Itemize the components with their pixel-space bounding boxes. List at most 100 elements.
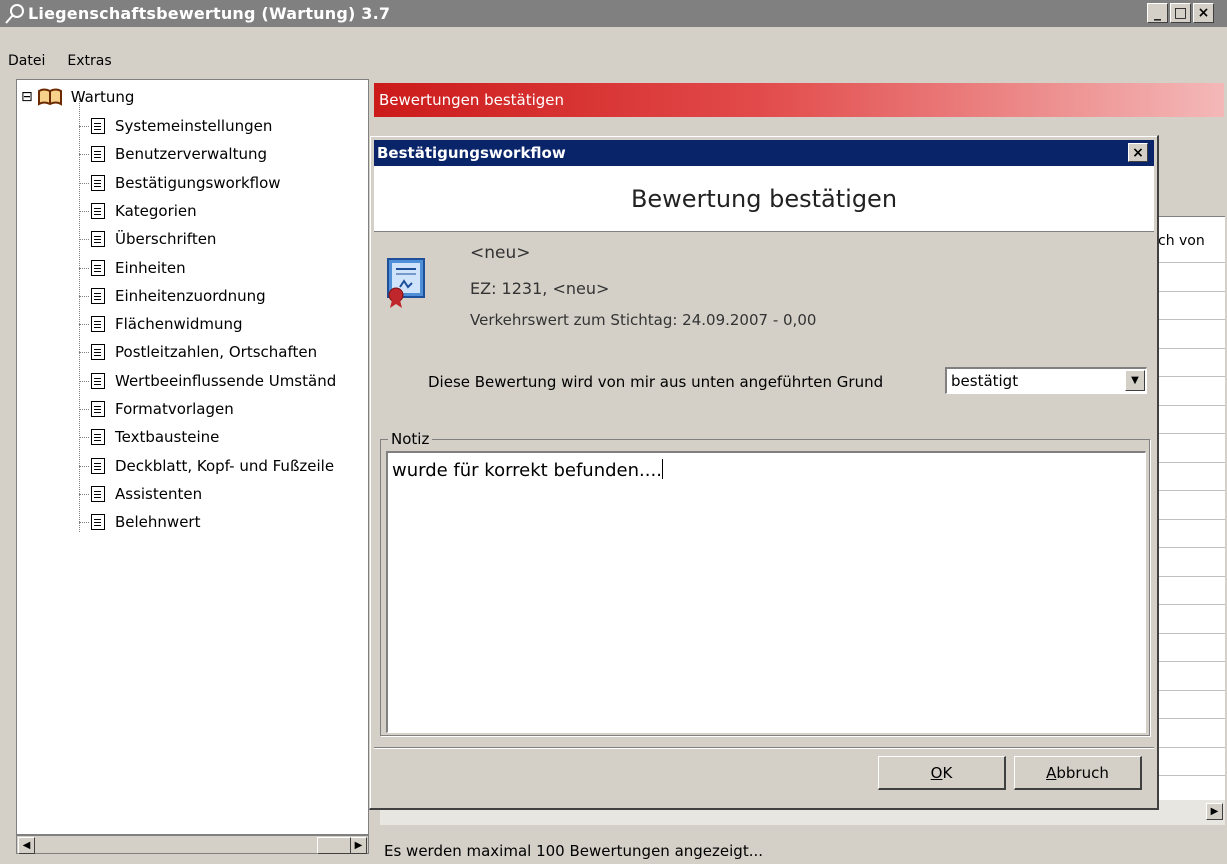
document-icon	[91, 174, 105, 191]
tree-connector	[79, 182, 89, 184]
notiz-textarea[interactable]: wurde für korrekt befunden....	[386, 451, 1146, 733]
tree-item[interactable]: Systemeinstellungen	[79, 112, 273, 140]
tree-item[interactable]: Assistenten	[79, 480, 203, 508]
tree-item[interactable]: Wertbeeinflussende Umständ	[79, 367, 336, 395]
tree-connector	[79, 324, 89, 326]
grid-row-line	[1155, 262, 1225, 263]
minimize-button[interactable]: _	[1147, 3, 1168, 23]
tree-item[interactable]: Einheitenzuordnung	[79, 282, 266, 310]
tree-connector	[79, 267, 89, 269]
panel-header: Bewertungen bestätigen	[374, 83, 1224, 117]
tree-item[interactable]: Deckblatt, Kopf- und Fußzeile	[79, 452, 335, 480]
footer-divider	[374, 747, 1154, 748]
document-icon	[91, 429, 105, 446]
menu-bar: Datei Extras	[0, 49, 1227, 73]
tree-connector	[79, 210, 89, 212]
dialog-close-button[interactable]: ×	[1128, 143, 1148, 162]
dialog-title: Bestätigungsworkflow	[377, 144, 566, 162]
tree-item[interactable]: Belehnwert	[79, 508, 200, 536]
document-icon	[91, 259, 105, 276]
ok-accelerator: O	[930, 763, 943, 782]
tree-connector	[79, 522, 89, 524]
tree-item-label: Textbausteine	[115, 428, 220, 447]
notiz-label: Notiz	[388, 430, 433, 448]
grid-row-line	[1155, 775, 1225, 776]
tree-item[interactable]: Textbausteine	[79, 423, 220, 451]
confirmation-dialog: Bestätigungsworkflow × Bewertung bestäti…	[369, 135, 1159, 810]
scroll-right-icon[interactable]: ▶	[350, 837, 367, 854]
tree-item[interactable]: Einheiten	[79, 254, 186, 282]
maximize-button[interactable]: □	[1170, 3, 1191, 23]
reason-label: Diese Bewertung wird von mir aus unten a…	[428, 373, 884, 391]
tree-item[interactable]: Kategorien	[79, 197, 197, 225]
tree-item[interactable]: Postleitzahlen, Ortschaften	[79, 338, 318, 366]
reason-dropdown[interactable]: bestätigt ▼	[945, 367, 1147, 394]
collapse-toggle-icon[interactable]: ⊟	[21, 89, 33, 105]
document-icon	[91, 514, 105, 531]
grid-row-line	[1155, 376, 1225, 377]
tree-root-label: Wartung	[70, 88, 135, 106]
reason-value: bestätigt	[951, 372, 1019, 390]
document-icon	[91, 457, 105, 474]
grid-row-line	[1155, 433, 1225, 434]
tree-connector	[79, 493, 89, 495]
grid-row-line	[1155, 718, 1225, 719]
tree-connector	[79, 98, 80, 532]
grid-row-line	[1155, 547, 1225, 548]
grid-row-line	[1155, 319, 1225, 320]
tree-item-label: Postleitzahlen, Ortschaften	[115, 343, 318, 362]
open-book-icon	[37, 88, 62, 106]
grid-row-line	[1155, 632, 1225, 634]
tree-item-label: Einheitenzuordnung	[115, 286, 266, 305]
window-title: Liegenschaftsbewertung (Wartung) 3.7	[28, 4, 391, 23]
dialog-banner: Bewertung bestätigen	[374, 166, 1154, 232]
results-grid[interactable]	[1155, 195, 1225, 820]
document-icon	[91, 344, 105, 361]
title-bar: Liegenschaftsbewertung (Wartung) 3.7 _ □…	[0, 0, 1227, 27]
tree-item[interactable]: Formatvorlagen	[79, 395, 234, 423]
cancel-button[interactable]: Abbruch	[1014, 756, 1142, 790]
entity-name: <neu>	[470, 243, 531, 263]
tree-connector	[79, 352, 89, 354]
tree-item-label: Deckblatt, Kopf- und Fußzeile	[115, 456, 335, 475]
grid-row-line	[1155, 689, 1225, 691]
scroll-left-icon[interactable]: ◀	[18, 837, 35, 854]
tree-connector	[79, 380, 89, 382]
tree-view[interactable]: ⊟ Wartung Systemeinstellungen Benutzerver…	[16, 79, 369, 835]
scroll-right-icon[interactable]: ▶	[1206, 803, 1223, 820]
tree-item[interactable]: Benutzerverwaltung	[79, 140, 267, 168]
menu-datei[interactable]: Datei	[8, 53, 45, 69]
document-icon	[91, 287, 105, 304]
tree-connector	[79, 409, 89, 410]
document-icon	[91, 401, 105, 417]
status-message: Es werden maximal 100 Bewertungen angeze…	[384, 842, 763, 860]
tree-item[interactable]: Flächenwidmung	[79, 310, 243, 338]
valuation-info: Verkehrswert zum Stichtag: 24.09.2007 - …	[470, 311, 817, 329]
tree-item[interactable]: Überschriften	[79, 225, 217, 253]
tree-item-label: Systemeinstellungen	[115, 117, 273, 135]
grid-row-line	[1155, 575, 1225, 577]
cancel-accelerator: A	[1046, 763, 1057, 782]
tree-horizontal-scrollbar[interactable]: ◀ ▶	[16, 835, 369, 854]
certificate-icon	[387, 258, 425, 308]
tree-connector	[79, 126, 89, 127]
dropdown-arrow-icon[interactable]: ▼	[1125, 370, 1145, 391]
tree-item-label: Flächenwidmung	[115, 315, 243, 334]
grid-row-line	[1155, 461, 1225, 463]
grid-row-line	[1155, 518, 1225, 520]
scroll-thumb[interactable]	[317, 837, 351, 854]
menu-extras[interactable]: Extras	[67, 53, 111, 69]
tree-item-label: Überschriften	[115, 230, 217, 249]
notiz-value: wurde für korrekt befunden....	[392, 460, 662, 481]
document-icon	[91, 118, 105, 134]
tree-item-label: Formatvorlagen	[115, 400, 234, 418]
close-button[interactable]: ×	[1193, 3, 1214, 23]
tree-item-label: Assistenten	[115, 484, 203, 503]
tree-connector	[79, 295, 89, 297]
grid-row-line	[1155, 661, 1225, 662]
ok-button[interactable]: OK	[878, 756, 1006, 790]
grid-column-header: ch von	[1158, 233, 1205, 249]
tree-item[interactable]: Bestätigungsworkflow	[79, 169, 281, 197]
tree-item-label: Bestätigungsworkflow	[115, 173, 281, 192]
tree-root[interactable]: ⊟ Wartung	[21, 83, 134, 111]
